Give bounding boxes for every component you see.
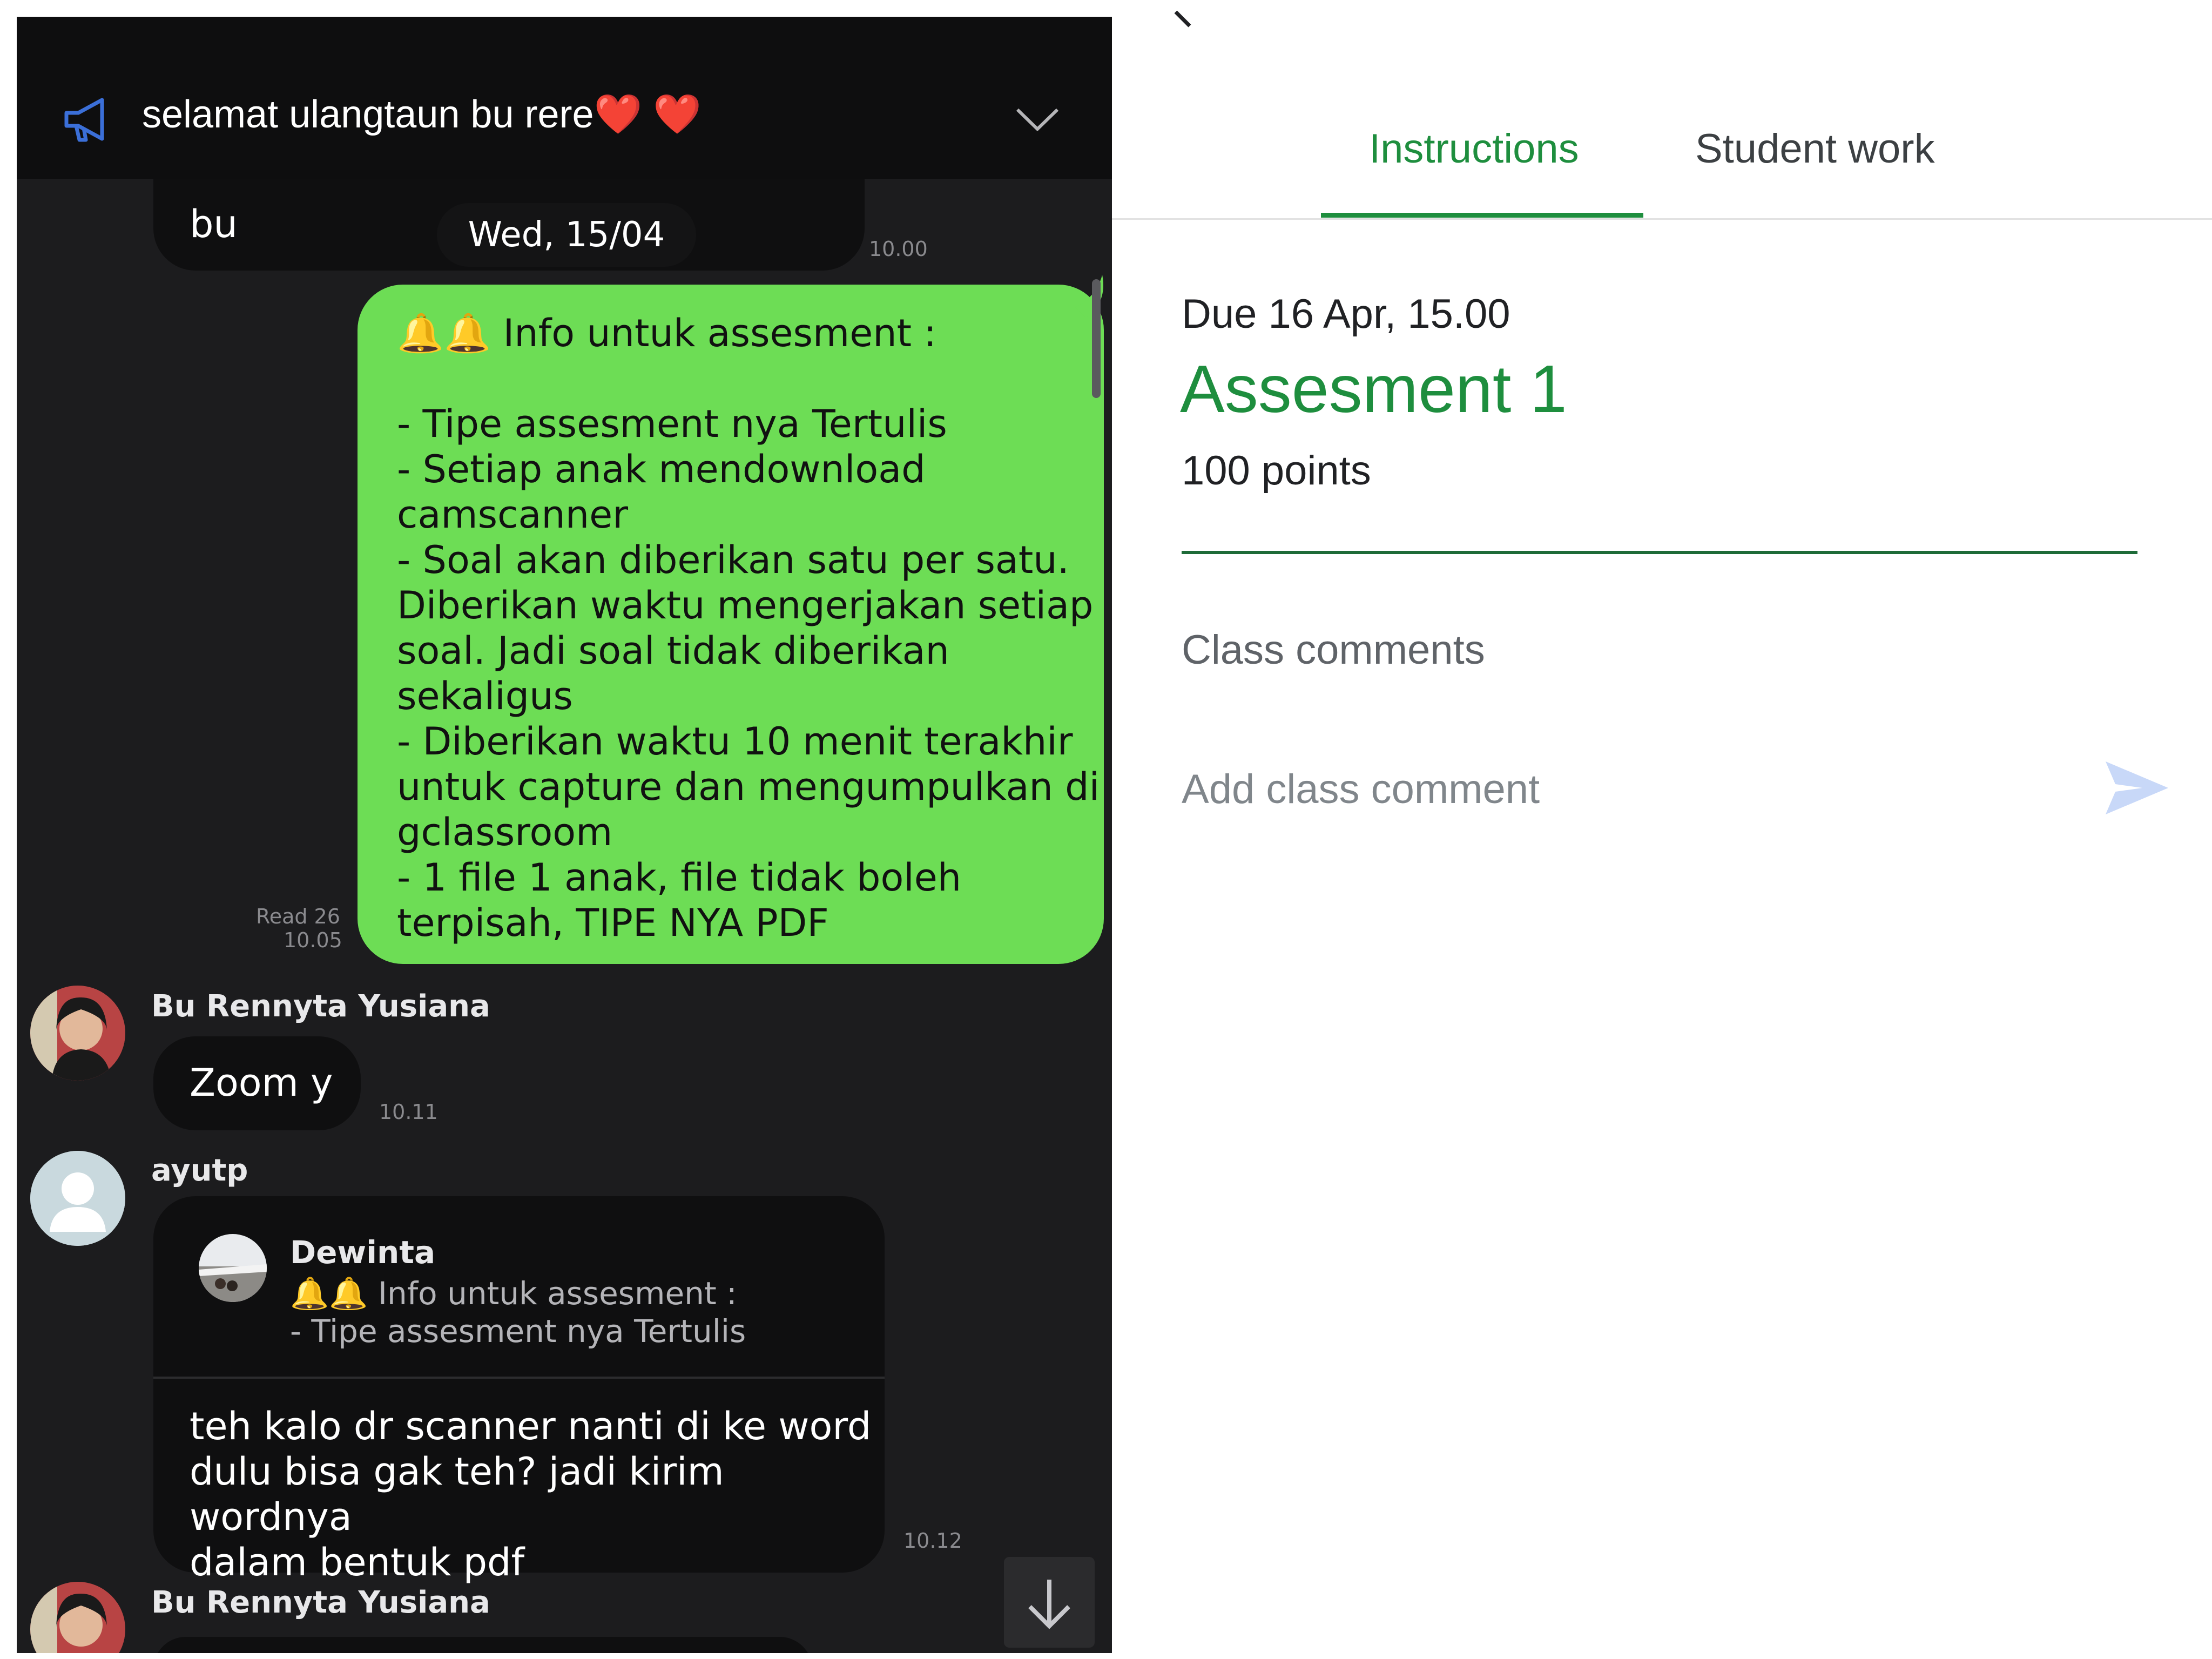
assignment-title: Assesment 1 (1180, 352, 1567, 427)
sender-name: Bu Rennyta Yusiana (151, 1585, 490, 1620)
my-message-bubble[interactable]: 🔔🔔 Info untuk assesment : - Tipe assesme… (358, 285, 1104, 964)
announcement-bar[interactable]: selamat ulangtaun bu rere❤️ ❤️ (17, 17, 1112, 179)
chat-panel: bu 10.00 Wed, 15/04 selamat ulangtaun bu… (17, 17, 1112, 1653)
quote-line: 🔔🔔 Info untuk assesment : (290, 1275, 737, 1312)
due-date: Due 16 Apr, 15.00 (1182, 291, 1510, 337)
message-text: 🔔🔔 Info untuk assesment : - Tipe assesme… (397, 311, 1100, 945)
sender-name: Bu Rennyta Yusiana (151, 989, 490, 1024)
divider (1182, 551, 2137, 554)
message-text: bu (190, 202, 238, 246)
message-text: teh kalo dr scanner nanti di ke word dul… (190, 1404, 872, 1584)
quote-line: - Tipe assesment nya Tertulis (290, 1313, 746, 1350)
message-time: 10.12 (903, 1529, 962, 1553)
back-arrow-icon[interactable] (1174, 10, 1195, 31)
chevron-down-icon[interactable] (1013, 103, 1062, 136)
reply-message-bubble[interactable]: Dewinta 🔔🔔 Info untuk assesment : - Tipe… (153, 1196, 885, 1584)
megaphone-icon (64, 98, 104, 142)
class-comments-heading: Class comments (1182, 627, 1485, 673)
message-time: 10.11 (379, 1100, 438, 1124)
date-pill: Wed, 15/04 (437, 203, 696, 267)
message-time: 10.05 (284, 928, 342, 952)
classroom-panel: Instructions Student work Due 16 Apr, 15… (1112, 0, 2212, 1659)
tab-instructions[interactable]: Instructions (1369, 125, 1579, 172)
sender-name: ayutp (151, 1153, 248, 1188)
divider (1112, 218, 2212, 220)
active-tab-indicator (1321, 213, 1643, 218)
class-comment-input[interactable] (1182, 766, 2046, 813)
quote-avatar (199, 1234, 267, 1302)
quote-sender: Dewinta (290, 1234, 436, 1271)
scroll-to-bottom-button[interactable] (1004, 1557, 1095, 1648)
scrollbar[interactable] (1092, 279, 1101, 398)
message-time: 10.00 (869, 237, 928, 261)
message-bubble[interactable]: Zoom y (153, 1036, 361, 1130)
tab-student-work[interactable]: Student work (1695, 125, 1935, 172)
message-bubble-partial[interactable] (153, 1637, 812, 1653)
quoted-message[interactable]: Dewinta 🔔🔔 Info untuk assesment : - Tipe… (153, 1196, 885, 1379)
avatar[interactable] (30, 986, 125, 1081)
avatar[interactable] (30, 1151, 125, 1246)
message-text: Zoom y (190, 1061, 333, 1105)
read-receipt: Read 26 (256, 905, 340, 928)
arrow-down-icon (1028, 1580, 1070, 1629)
points: 100 points (1182, 448, 1371, 494)
announcement-text: selamat ulangtaun bu rere❤️ ❤️ (142, 93, 702, 136)
send-icon[interactable] (2103, 759, 2170, 817)
avatar[interactable] (30, 1582, 125, 1653)
